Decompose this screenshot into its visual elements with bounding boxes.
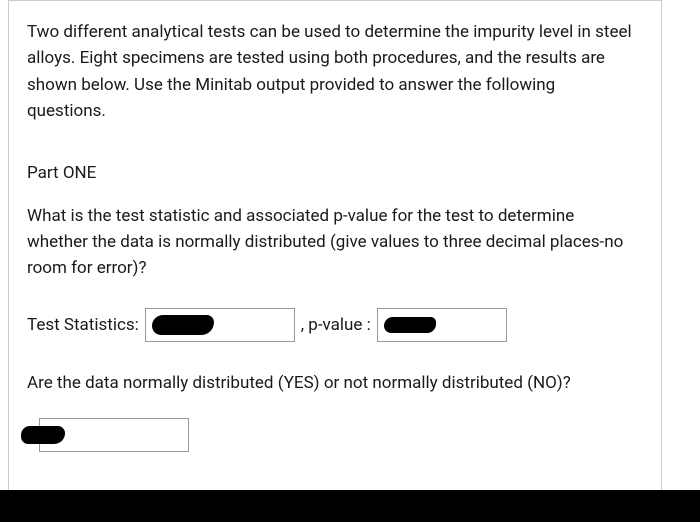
question-two-text: Are the data normally distributed (YES) … <box>27 370 637 396</box>
test-statistics-input[interactable] <box>145 308 295 342</box>
intro-text: Two different analytical tests can be us… <box>27 19 637 124</box>
question-card: Two different analytical tests can be us… <box>8 0 662 490</box>
test-statistics-label: Test Statistics: <box>27 312 139 338</box>
content-area: Two different analytical tests can be us… <box>9 1 661 480</box>
pvalue-label: , p-value : <box>301 312 371 338</box>
input-row: Test Statistics: , p-value : <box>27 308 637 342</box>
answer-wrap <box>27 418 189 452</box>
redaction-mark <box>384 317 436 333</box>
bottom-bar <box>0 490 700 522</box>
question-one-text: What is the test statistic and associate… <box>27 203 637 282</box>
redaction-mark <box>152 315 214 335</box>
pvalue-input[interactable] <box>377 308 507 342</box>
redaction-mark <box>21 426 65 444</box>
part-label: Part ONE <box>27 160 637 186</box>
